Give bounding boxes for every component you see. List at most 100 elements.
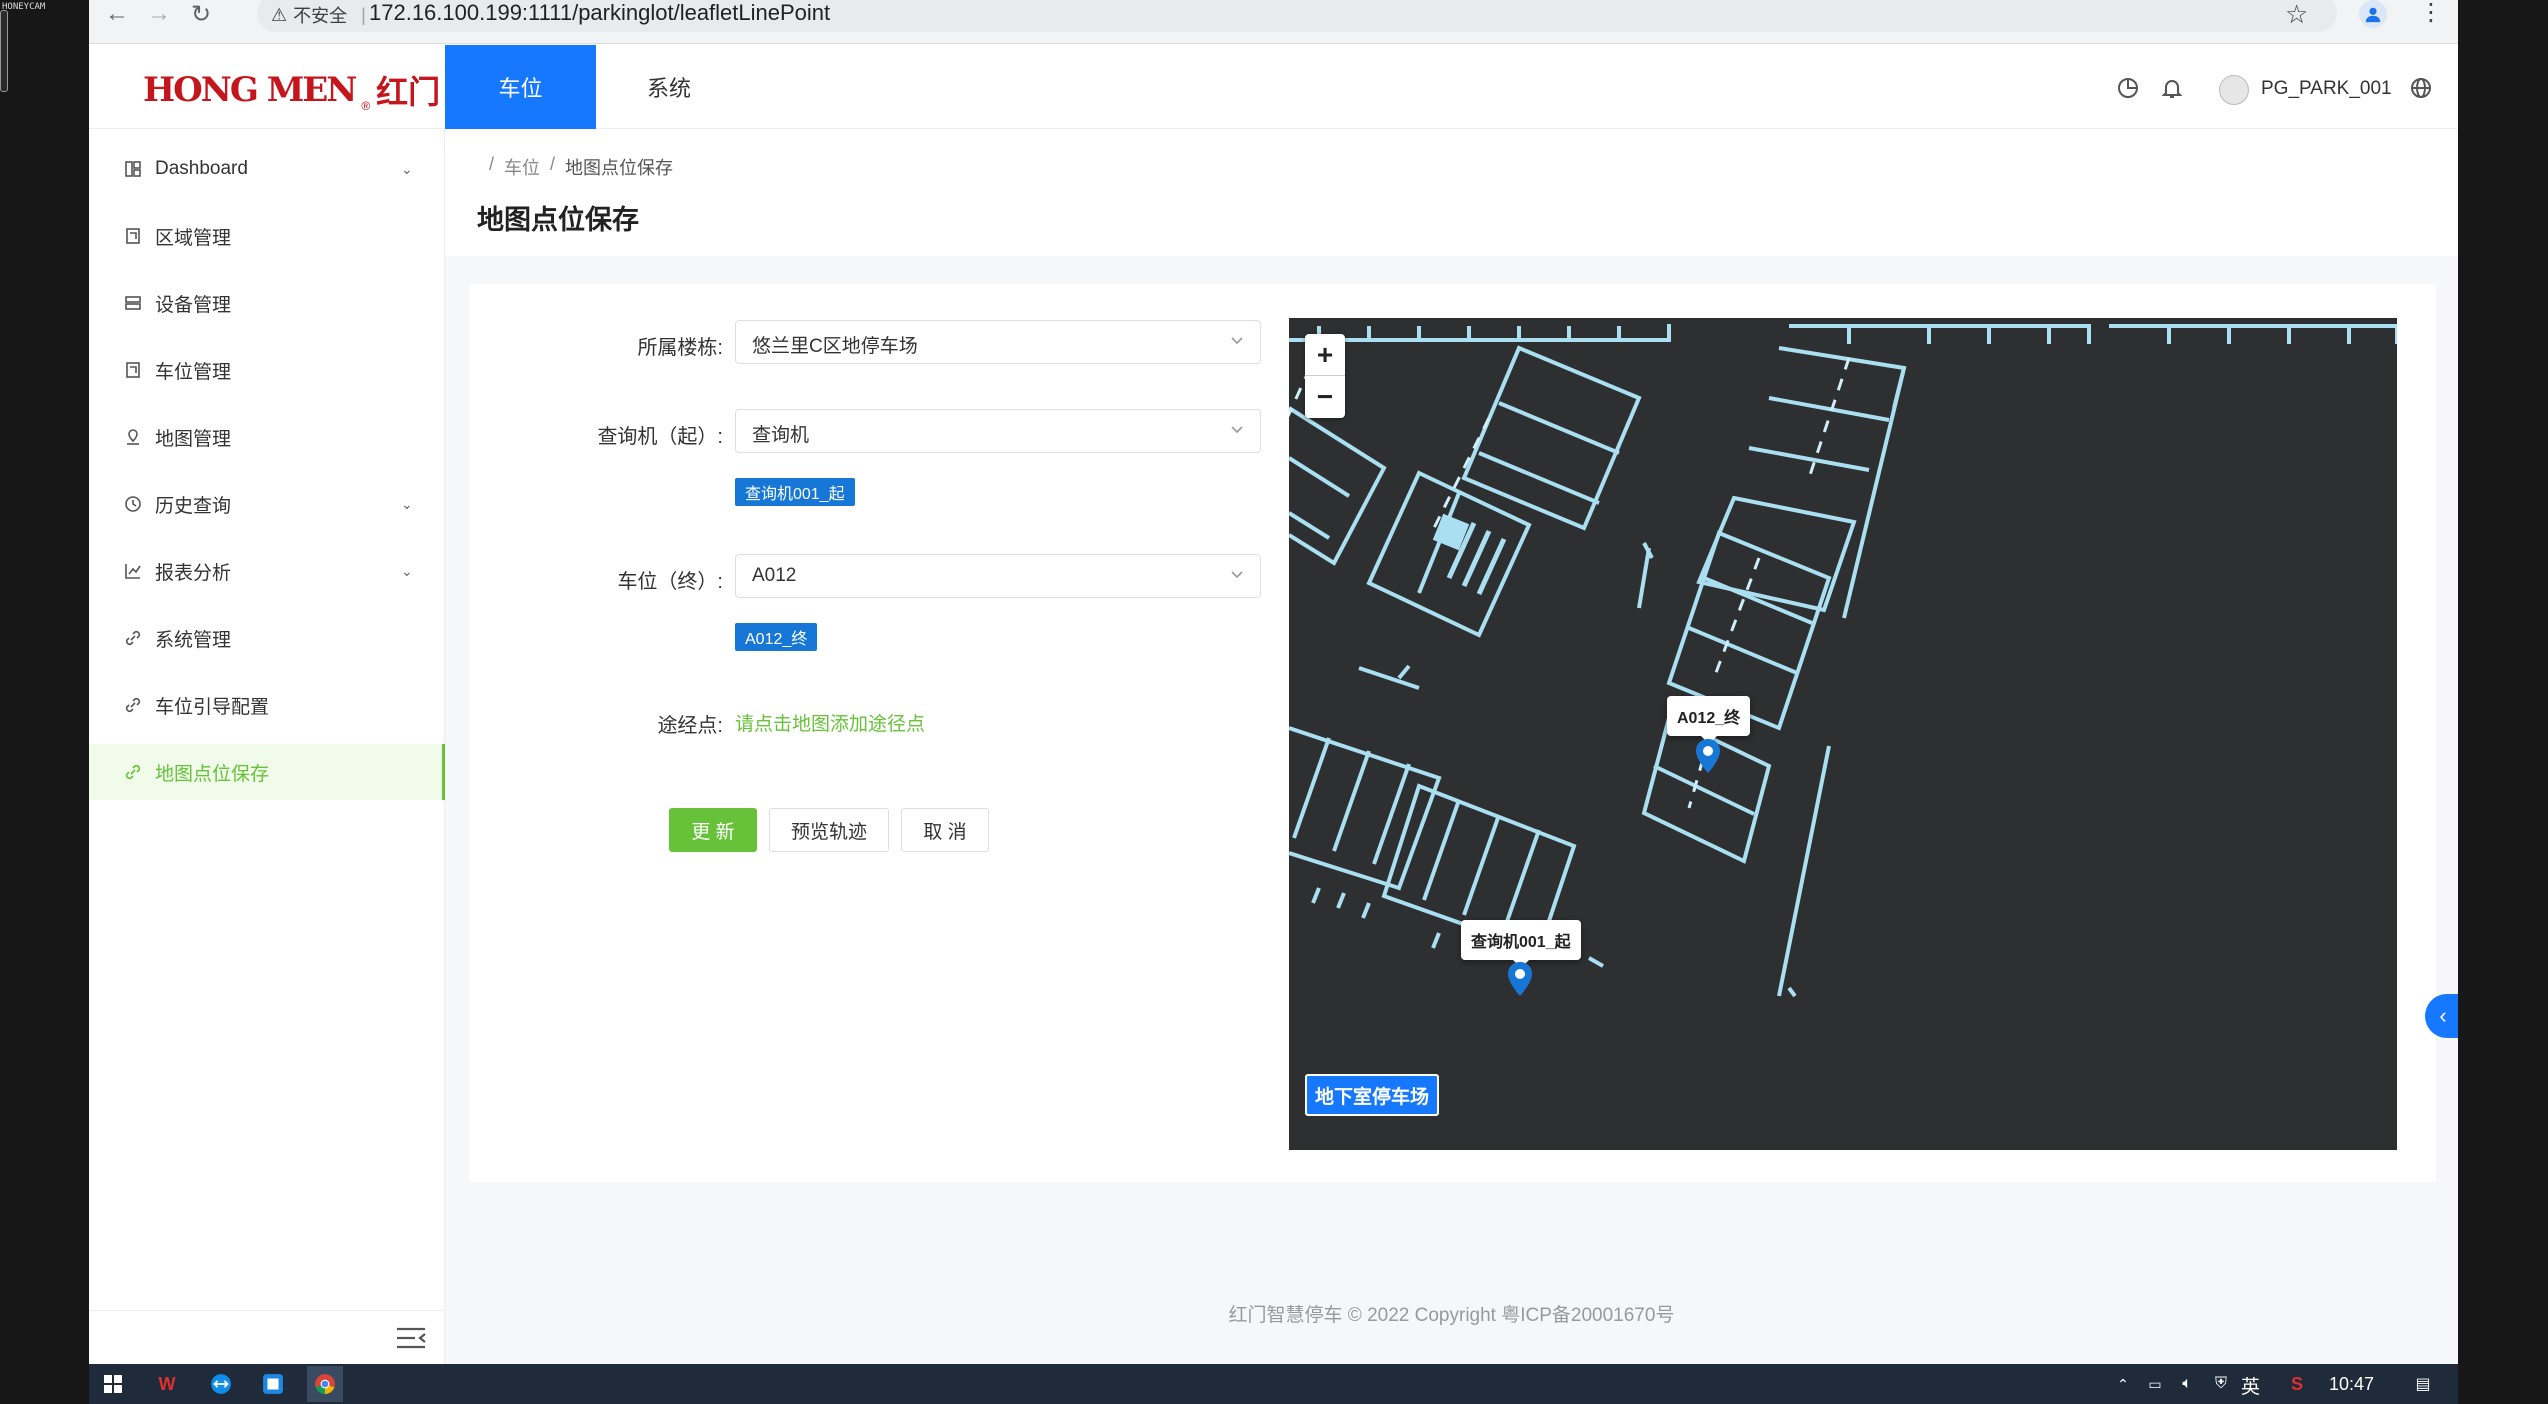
sidebar-item-label: 地图管理 [155, 428, 232, 450]
right-border [2458, 0, 2548, 1404]
sidebar-item-label: 区域管理 [155, 227, 232, 249]
clock-icon [123, 494, 143, 514]
separator: | [361, 4, 366, 25]
sidebar: Dashboard ⌄ 区域管理 设备管理 车位管理 地图管理 历史查询 ⌄ 报… [89, 130, 445, 1364]
taskbar-clock[interactable]: 10:47 [2329, 1374, 2374, 1395]
chrome-icon[interactable] [307, 1366, 343, 1402]
sidebar-item-device[interactable]: 设备管理 [89, 275, 445, 331]
server-icon [123, 293, 143, 313]
sidebar-item-map[interactable]: 地图管理 [89, 409, 445, 465]
url-text[interactable]: 172.16.100.199:1111/parkinglot/leafletLi… [369, 0, 830, 26]
cancel-button[interactable]: 取 消 [901, 808, 989, 852]
volume-icon[interactable]: 🔈︎ [2173, 1370, 2201, 1398]
sidebar-item-report[interactable]: 报表分析 ⌄ [89, 543, 445, 599]
windows-start-icon[interactable] [99, 1370, 127, 1398]
chevron-down-icon: ⌄ [401, 495, 413, 512]
tab-parking[interactable]: 车位 [445, 45, 596, 129]
bookmark-star-icon[interactable]: ☆ [2285, 0, 2308, 30]
scroll-thumb[interactable] [0, 10, 8, 92]
chevron-down-icon: ⌄ [401, 562, 413, 579]
security-indicator[interactable]: ⚠ 不安全 | [271, 2, 366, 28]
end-tag: A012_终 [735, 623, 818, 651]
sidebar-item-label: 车位引导配置 [155, 696, 270, 718]
preview-track-button[interactable]: 预览轨迹 [769, 808, 889, 852]
sidebar-item-label: Dashboard [155, 158, 248, 179]
link-icon [123, 762, 143, 782]
sidebar-item-label: 系统管理 [155, 629, 232, 651]
zoom-out-button[interactable]: − [1305, 376, 1345, 418]
watermark-label: HONEYCAM [2, 2, 46, 12]
update-button[interactable]: 更 新 [669, 808, 757, 852]
marker-popup-end: A012_终 [1667, 696, 1751, 744]
profile-icon[interactable] [2359, 0, 2387, 28]
marker-popup-start: 查询机001_起 [1461, 920, 1581, 968]
security-shield-icon[interactable]: ⛨ [2207, 1370, 2235, 1398]
logo-cn: 红门 [376, 74, 441, 110]
zoom-control: + − [1305, 334, 1345, 418]
area-icon [123, 226, 143, 246]
start-label: 查询机（起）: [597, 426, 723, 448]
sidebar-item-guide-config[interactable]: 车位引导配置 [89, 677, 445, 733]
chevron-down-icon [1231, 337, 1243, 345]
app-window-icon[interactable] [259, 1370, 287, 1398]
tray-chevron-icon[interactable]: ⌃ [2109, 1370, 2137, 1398]
sidebar-item-label: 历史查询 [155, 495, 232, 517]
map-pin-icon[interactable] [1695, 738, 1721, 774]
sogou-icon[interactable]: S [2283, 1370, 2311, 1398]
sidebar-item-label: 地图点位保存 [155, 763, 270, 785]
notification-icon[interactable]: ▤ [2409, 1370, 2437, 1398]
via-label: 途经点: [657, 715, 723, 737]
wps-icon[interactable]: W [153, 1370, 181, 1398]
zoom-in-button[interactable]: + [1305, 334, 1345, 376]
end-value: A012 [752, 565, 797, 586]
pie-chart-icon[interactable] [2115, 75, 2141, 101]
sidebar-item-system[interactable]: 系统管理 [89, 610, 445, 666]
user-name[interactable]: PG_PARK_001 [2261, 78, 2392, 100]
sidebar-item-map-point-save[interactable]: 地图点位保存 [89, 744, 445, 800]
back-icon[interactable]: ← [97, 0, 137, 28]
reload-icon[interactable]: ↻ [181, 0, 221, 28]
brand-logo: HONG MEN ® 红门 ® [143, 67, 455, 113]
chevron-down-icon [1231, 426, 1243, 434]
warning-icon: ⚠ [271, 4, 288, 25]
chevron-down-icon [1231, 571, 1243, 579]
map-pin-icon[interactable] [1507, 961, 1533, 997]
app-header: HONG MEN ® 红门 ® 车位 系统 PG_PARK_001 [89, 45, 2458, 129]
browser-menu-icon[interactable]: ⋮ [2419, 0, 2443, 27]
sidebar-item-dashboard[interactable]: Dashboard ⌄ [89, 141, 445, 197]
forward-icon[interactable]: → [139, 0, 179, 28]
map-icon [123, 427, 143, 447]
start-select[interactable]: 查询机 [735, 409, 1261, 453]
layer-floor-button[interactable]: 地下室停车场 [1305, 1074, 1440, 1116]
breadcrumb: / 车位 / 地图点位保存 [489, 154, 673, 180]
menu-collapse-icon[interactable] [395, 1325, 427, 1351]
bell-icon[interactable] [2159, 75, 2185, 101]
link-icon [123, 695, 143, 715]
browser-toolbar: ← → ↻ ⚠ 不安全 | 172.16.100.199:1111/parkin… [89, 0, 2458, 44]
sidebar-item-area[interactable]: 区域管理 [89, 208, 445, 264]
end-select[interactable]: A012 [735, 554, 1261, 598]
ime-indicator[interactable]: 英 [2241, 1372, 2260, 1399]
parking-map[interactable]: + − A012_终 查询机001_起 地下室停车场 [1289, 318, 2397, 1150]
building-value: 悠兰里C区地停车场 [752, 336, 918, 357]
building-select[interactable]: 悠兰里C区地停车场 [735, 320, 1261, 364]
chevron-down-icon: ⌄ [401, 160, 413, 177]
sidebar-item-space[interactable]: 车位管理 [89, 342, 445, 398]
breadcrumb-parent[interactable]: 车位 [504, 154, 540, 180]
left-border: HONEYCAM [0, 0, 89, 1404]
link-icon [123, 628, 143, 648]
teamviewer-icon[interactable] [207, 1370, 235, 1398]
avatar[interactable] [2219, 75, 2249, 105]
breadcrumb-sep: / [489, 154, 495, 174]
globe-icon[interactable] [2408, 75, 2434, 101]
sidebar-item-history[interactable]: 历史查询 ⌄ [89, 476, 445, 532]
tab-system[interactable]: 系统 [619, 45, 719, 129]
network-icon[interactable]: ▭ [2141, 1370, 2169, 1398]
sidebar-footer [89, 1310, 444, 1364]
taskbar: W ⌃ ▭ 🔈︎ ⛨ 英 S 10:47 ▤ [89, 1364, 2458, 1404]
sidebar-item-label: 车位管理 [155, 361, 232, 383]
space-icon [123, 360, 143, 380]
via-hint: 请点击地图添加途径点 [735, 714, 926, 735]
insecure-label: 不安全 [293, 6, 348, 26]
footer-copyright: 红门智慧停车 © 2022 Copyright 粤ICP备20001670号 [1228, 1305, 1675, 1326]
